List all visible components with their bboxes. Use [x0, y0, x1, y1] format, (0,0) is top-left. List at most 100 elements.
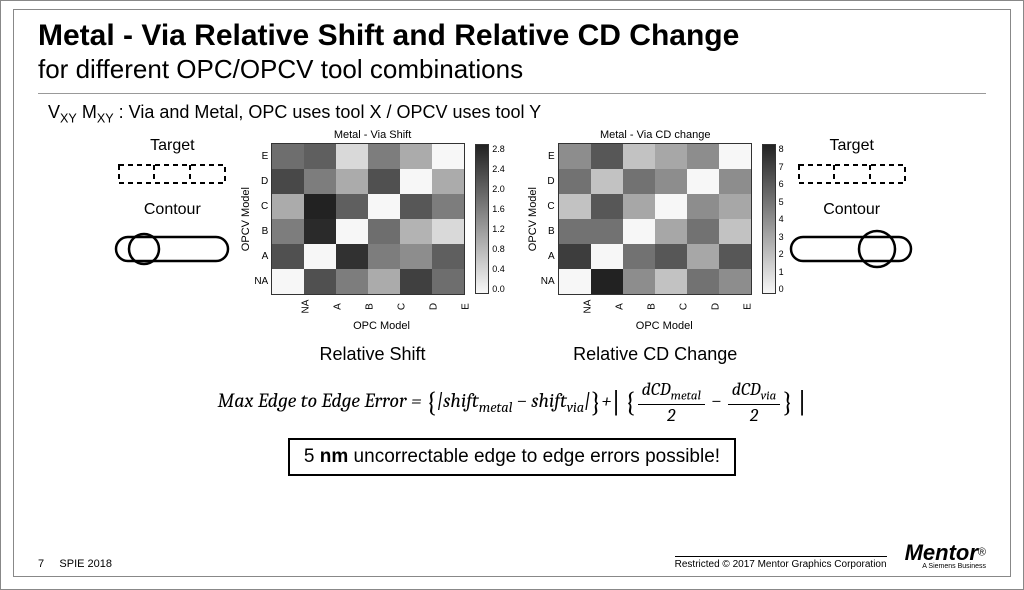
heatmap-cell: [719, 194, 751, 219]
heatmap-cell: [591, 219, 623, 244]
heatmap-cell: [272, 244, 304, 269]
page-title: Metal - Via Relative Shift and Relative …: [38, 20, 986, 52]
heatmap-cell: [623, 244, 655, 269]
chart-cd: Metal - Via CD change OPCV Model EDCBANA…: [527, 129, 784, 365]
heatmap-cell: [719, 244, 751, 269]
heatmap-cell: [368, 144, 400, 169]
contour-label-right: Contour: [823, 201, 880, 219]
notation-line: VXY MXY : Via and Metal, OPC uses tool X…: [48, 102, 986, 126]
footer: 7 SPIE 2018 Restricted © 2017 Mentor Gra…: [38, 540, 986, 570]
heatmap-cell: [368, 169, 400, 194]
heatmap-cell: [336, 244, 368, 269]
heatmap-cell: [304, 169, 336, 194]
heatmap-cell: [687, 244, 719, 269]
heatmap-cell: [591, 244, 623, 269]
caption-shift: Relative Shift: [320, 344, 426, 365]
page-number: 7: [38, 558, 44, 570]
heatmap-cell: [591, 194, 623, 219]
chart-cd-ylabel: OPCV Model: [527, 187, 539, 251]
heatmap-cell: [400, 144, 432, 169]
legend-left: Target Contour: [108, 129, 236, 267]
heatmap-cell: [272, 194, 304, 219]
heatmap-cell: [336, 194, 368, 219]
heatmap-cell: [559, 144, 591, 169]
heatmap-cell: [272, 144, 304, 169]
chart-cd-title: Metal - Via CD change: [600, 129, 710, 141]
heatmap-cell: [559, 219, 591, 244]
heatmap-cell: [655, 194, 687, 219]
page-subtitle: for different OPC/OPCV tool combinations: [38, 54, 986, 85]
mentor-logo: Mentor® A Siemens Business: [905, 540, 986, 570]
heatmap-cell: [719, 219, 751, 244]
chart-shift-ylabel: OPCV Model: [240, 187, 252, 251]
chart-cd-yticks: EDCBANA: [541, 144, 558, 294]
heatmap-cell: [368, 219, 400, 244]
heatmap-cell: [432, 144, 464, 169]
colorbar-cd: [762, 144, 776, 294]
chart-shift-yticks: EDCBANA: [254, 144, 271, 294]
heatmap-cell: [591, 169, 623, 194]
heatmap-cell: [432, 169, 464, 194]
heatmap-cell: [559, 244, 591, 269]
heatmap-cell: [400, 219, 432, 244]
heatmap-cell: [304, 244, 336, 269]
heatmap-cell: [719, 144, 751, 169]
target-icon-right: [797, 159, 907, 189]
colorbar-shift-ticks: 2.82.42.01.61.20.80.40.0: [489, 144, 505, 294]
heatmap-cell: [336, 169, 368, 194]
heatmap-cell: [623, 219, 655, 244]
heatmap-cell: [272, 169, 304, 194]
heatmap-cell: [304, 219, 336, 244]
contour-icon: [112, 223, 232, 267]
heatmap-cell: [400, 194, 432, 219]
colorbar-shift: [475, 144, 489, 294]
charts-row: Target Contour Metal - Via Shift OPCV Mo…: [38, 129, 986, 365]
colorbar-cd-ticks: 876543210: [776, 144, 784, 294]
target-label-right: Target: [829, 137, 873, 155]
target-label: Target: [150, 137, 194, 155]
heatmap-cell: [655, 244, 687, 269]
chart-cd-xticks: NAABCDE: [572, 301, 764, 312]
divider: [38, 93, 986, 94]
heatmap-cell: [432, 194, 464, 219]
heatmap-cell: [655, 144, 687, 169]
heatmap-cell: [304, 194, 336, 219]
contour-icon-right: [787, 223, 917, 271]
contour-label: Contour: [144, 201, 201, 219]
heatmap-cell: [623, 194, 655, 219]
chart-shift: Metal - Via Shift OPCV Model EDCBANA 2.8…: [240, 129, 504, 365]
heatmap-cd: [558, 143, 752, 295]
heatmap-cell: [559, 169, 591, 194]
highlight-box: 5 nm uncorrectable edge to edge errors p…: [288, 438, 736, 476]
heatmap-shift: [271, 143, 465, 295]
conference-name: SPIE 2018: [59, 558, 112, 570]
heatmap-cell: [559, 194, 591, 219]
heatmap-cell: [400, 169, 432, 194]
heatmap-cell: [687, 144, 719, 169]
heatmap-cell: [272, 219, 304, 244]
heatmap-cell: [623, 144, 655, 169]
heatmap-cell: [591, 144, 623, 169]
heatmap-cell: [655, 169, 687, 194]
heatmap-cell: [368, 194, 400, 219]
heatmap-cell: [432, 219, 464, 244]
formula: Max Edge to Edge Error = {|shiftmetal − …: [38, 379, 986, 426]
chart-shift-xticks: NAABCDE: [290, 301, 482, 312]
heatmap-cell: [336, 219, 368, 244]
heatmap-cell: [368, 244, 400, 269]
heatmap-cell: [687, 219, 719, 244]
heatmap-cell: [719, 169, 751, 194]
target-icon: [117, 159, 227, 189]
heatmap-cell: [304, 144, 336, 169]
heatmap-cell: [655, 219, 687, 244]
heatmap-cell: [687, 169, 719, 194]
legend-right: Target Contour: [788, 129, 916, 271]
caption-cd: Relative CD Change: [573, 344, 737, 365]
heatmap-cell: [432, 244, 464, 269]
heatmap-cell: [687, 194, 719, 219]
heatmap-cell: [336, 144, 368, 169]
chart-shift-title: Metal - Via Shift: [334, 129, 411, 141]
restricted-line: Restricted © 2017 Mentor Graphics Corpor…: [675, 556, 887, 570]
heatmap-cell: [623, 169, 655, 194]
heatmap-cell: [400, 244, 432, 269]
